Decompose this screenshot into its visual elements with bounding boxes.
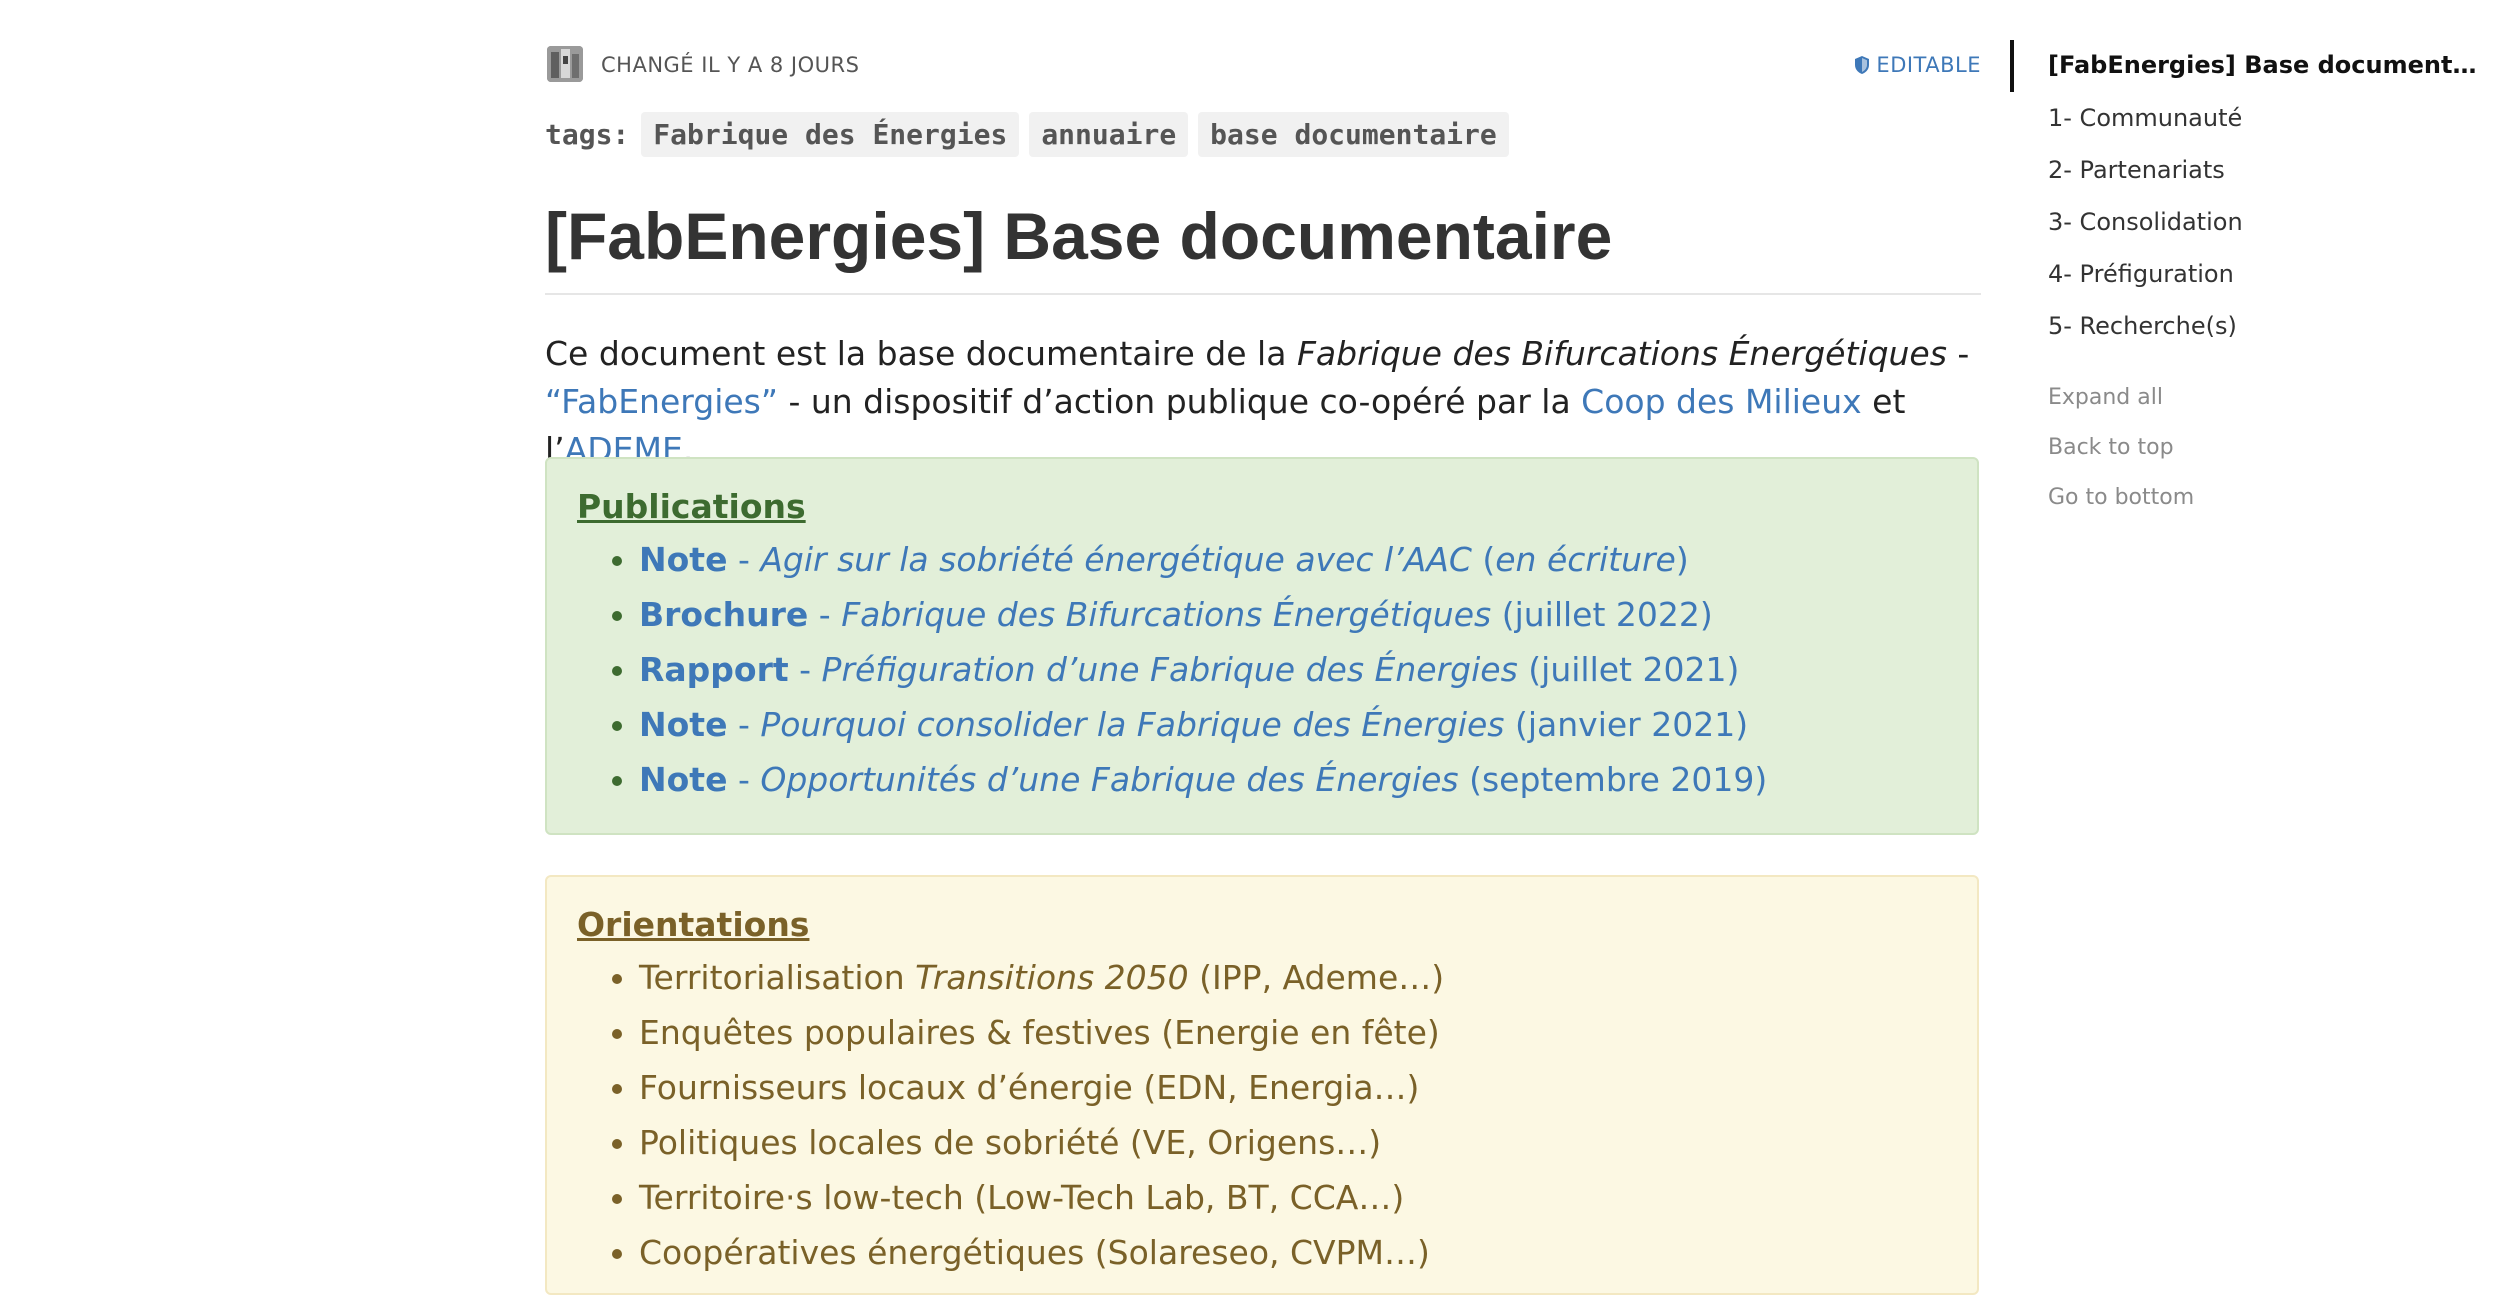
meta-row: CHANGÉ IL Y A 8 JOURS EDITABLE: [545, 44, 1981, 86]
publication-separator: -: [727, 760, 761, 799]
avatar[interactable]: [547, 46, 583, 82]
publication-item[interactable]: Brochure - Fabrique des Bifurcations Éne…: [639, 587, 1947, 642]
toc-item-consolidation[interactable]: 3- Consolidation: [2048, 208, 2488, 236]
intro-paragraph: Ce document est la base documentaire de …: [545, 330, 1981, 474]
intro-text: - un dispositif d’action publique co-opé…: [777, 382, 1582, 421]
intro-emphasis: Fabrique des Bifurcations Énergétiques: [1296, 334, 1947, 373]
publication-item[interactable]: Note - Pourquoi consolider la Fabrique d…: [639, 697, 1947, 752]
tag[interactable]: Fabrique des Énergies: [641, 112, 1020, 157]
publication-kind: Rapport: [639, 650, 789, 689]
orientation-text: Territorialisation: [639, 958, 916, 997]
orientations-list: Territorialisation Transitions 2050 (IPP…: [577, 950, 1947, 1280]
intro-text: -: [1946, 334, 1970, 373]
publication-item[interactable]: Rapport - Préfiguration d’une Fabrique d…: [639, 642, 1947, 697]
publication-date: (septembre 2019): [1458, 760, 1768, 799]
back-to-top-link[interactable]: Back to top: [2048, 435, 2174, 460]
publication-separator: -: [727, 540, 761, 579]
editable-label: EDITABLE: [1876, 53, 1981, 77]
coop-des-milieux-link[interactable]: Coop des Milieux: [1581, 382, 1862, 421]
publication-title: Fabrique des Bifurcations Énergétiques: [841, 595, 1492, 634]
changed-timestamp: CHANGÉ IL Y A 8 JOURS: [601, 53, 860, 77]
publication-separator: -: [788, 650, 822, 689]
publication-title: Agir sur la sobriété énergétique avec l’…: [760, 540, 1472, 579]
publication-kind: Note: [639, 760, 728, 799]
toc-item-prefiguration[interactable]: 4- Préfiguration: [2048, 260, 2488, 288]
publications-box: Publications Note - Agir sur la sobriété…: [545, 457, 1979, 835]
toc-item-title[interactable]: [FabEnergies] Base documentaire: [2048, 51, 2488, 79]
orientations-box: Orientations Territorialisation Transiti…: [545, 875, 1979, 1295]
go-to-bottom-link[interactable]: Go to bottom: [2048, 485, 2194, 510]
intro-text: Ce document est la base documentaire de …: [545, 334, 1297, 373]
publication-item[interactable]: Note - Opportunités d’une Fabrique des É…: [639, 752, 1947, 807]
publication-kind: Note: [639, 540, 728, 579]
orientation-emphasis: Transitions 2050: [915, 958, 1189, 997]
editable-link[interactable]: EDITABLE: [1854, 53, 1981, 77]
orientation-item: Territorialisation Transitions 2050 (IPP…: [639, 950, 1947, 1005]
publication-status: en écriture: [1495, 540, 1676, 579]
toc-item-partenariats[interactable]: 2- Partenariats: [2048, 156, 2488, 184]
orientation-item: Territoire·s low-tech (Low-Tech Lab, BT,…: [639, 1170, 1947, 1225]
page-title: [FabEnergies] Base documentaire: [545, 200, 1981, 295]
tag[interactable]: base documentaire: [1198, 112, 1509, 157]
expand-all-link[interactable]: Expand all: [2048, 385, 2163, 410]
publication-separator: -: [808, 595, 842, 634]
orientation-item: Politiques locales de sobriété (VE, Orig…: [639, 1115, 1947, 1170]
avatar-image: [547, 46, 583, 82]
tags-label: tags:: [545, 118, 630, 151]
publication-title: Opportunités d’une Fabrique des Énergies: [760, 760, 1459, 799]
tags-row: tags: Fabrique des Énergies annuaire bas…: [545, 112, 1509, 157]
publication-kind: Note: [639, 705, 728, 744]
orientation-text: (IPP, Ademe…): [1188, 958, 1445, 997]
orientation-item: Coopératives énergétiques (Solareseo, CV…: [639, 1225, 1947, 1280]
shield-icon: [1855, 56, 1870, 74]
publication-date: (juillet 2022): [1491, 595, 1713, 634]
publication-date: (janvier 2021): [1504, 705, 1749, 744]
publication-kind: Brochure: [639, 595, 809, 634]
toc-item-communaute[interactable]: 1- Communauté: [2048, 104, 2488, 132]
publications-heading: Publications: [577, 487, 806, 526]
publication-title: Préfiguration d’une Fabrique des Énergie…: [821, 650, 1518, 689]
publications-list: Note - Agir sur la sobriété énergétique …: [577, 532, 1947, 807]
publication-title: Pourquoi consolider la Fabrique des Éner…: [760, 705, 1505, 744]
publication-item[interactable]: Note - Agir sur la sobriété énergétique …: [639, 532, 1947, 587]
orientation-item: Fournisseurs locaux d’énergie (EDN, Ener…: [639, 1060, 1947, 1115]
tag[interactable]: annuaire: [1029, 112, 1189, 157]
toc-active-indicator: [2010, 40, 2014, 92]
orientations-heading: Orientations: [577, 905, 810, 944]
toc-item-recherches[interactable]: 5- Recherche(s): [2048, 312, 2488, 340]
publication-date: (juillet 2021): [1517, 650, 1740, 689]
orientation-item: Enquêtes populaires & festives (Energie …: [639, 1005, 1947, 1060]
publication-date: (: [1471, 540, 1496, 579]
publication-separator: -: [727, 705, 761, 744]
fabenergies-link[interactable]: “FabEnergies”: [545, 382, 778, 421]
publication-date: ): [1675, 540, 1689, 579]
